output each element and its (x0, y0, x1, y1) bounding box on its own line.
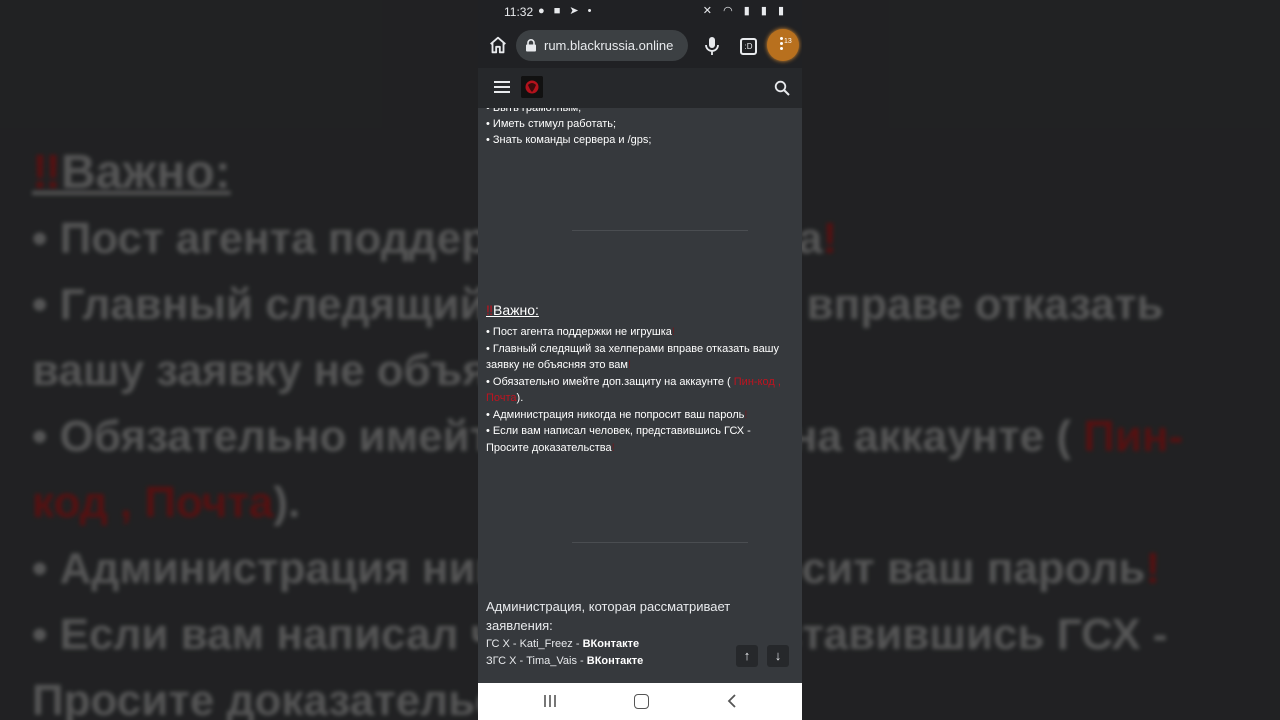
list-item: • Администрация никогда не попросит ваш … (486, 408, 748, 421)
arrow-down-icon[interactable]: ↓ (767, 645, 789, 667)
arrow-up-icon[interactable]: ↑ (736, 645, 758, 667)
lock-icon (526, 39, 536, 52)
vk-link[interactable]: ВКонтакте (583, 638, 640, 650)
tabs-icon[interactable]: :D (740, 38, 757, 55)
admin-name: Tima_Vais (526, 655, 577, 667)
home-nav-icon[interactable] (634, 694, 649, 709)
notification-icons: ● ■ ➤ • (538, 5, 595, 17)
important-list: • Пост агента поддержки не игрушка! • Гл… (486, 324, 786, 456)
admin-name: Kati_Freez (519, 638, 573, 650)
back-icon[interactable] (726, 694, 738, 708)
recent-apps-icon[interactable] (542, 694, 558, 708)
android-nav-bar (478, 683, 802, 720)
admin-row: ЗГС Х - Tima_Vais - ВКонтакте (486, 655, 644, 667)
page-content: • Быть грамотным; • Иметь стимул работат… (478, 108, 802, 683)
logo-icon[interactable] (521, 76, 543, 98)
vk-link[interactable]: ВКонтакте (587, 655, 644, 667)
system-status-icons: ✕ ◠ ▮ ▮ ▮ (702, 5, 788, 17)
hamburger-icon[interactable] (494, 81, 510, 94)
site-header (478, 68, 802, 108)
admin-row: ГС Х - Kati_Freez - ВКонтакте (486, 638, 640, 650)
address-bar[interactable]: rum.blackrussia.online (516, 30, 688, 61)
browser-toolbar: rum.blackrussia.online :D 13 (478, 24, 802, 68)
phone-screen: 11:32 ● ■ ➤ • ✕ ◠ ▮ ▮ ▮ rum.blackrussia.… (478, 0, 802, 720)
divider (572, 230, 748, 231)
status-bar: 11:32 ● ■ ➤ • ✕ ◠ ▮ ▮ ▮ (478, 0, 802, 24)
search-icon[interactable] (774, 80, 790, 96)
menu-badge: 13 (784, 38, 792, 45)
divider (572, 542, 748, 543)
list-item: • Главный следящий за хелперами вправе о… (486, 342, 780, 372)
list-item: • Обязательно имейте доп.защиту на аккау… (486, 375, 781, 405)
url-text: rum.blackrussia.online (544, 38, 674, 53)
admin-heading: Администрация, которая рассматривает зая… (486, 599, 731, 633)
list-item: • Пост агента поддержки не игрушка! (486, 326, 675, 338)
status-time: 11:32 (504, 5, 534, 19)
requirement-item: • Знать команды сервера и /gps; (486, 134, 652, 146)
menu-icon[interactable]: 13 (767, 29, 799, 61)
requirement-item: • Иметь стимул работать; (486, 118, 617, 130)
list-item: • Если вам написал человек, представивши… (486, 425, 751, 454)
home-icon[interactable] (487, 34, 509, 56)
important-heading: ‼Важно: (486, 302, 539, 318)
mic-icon[interactable] (704, 36, 720, 56)
